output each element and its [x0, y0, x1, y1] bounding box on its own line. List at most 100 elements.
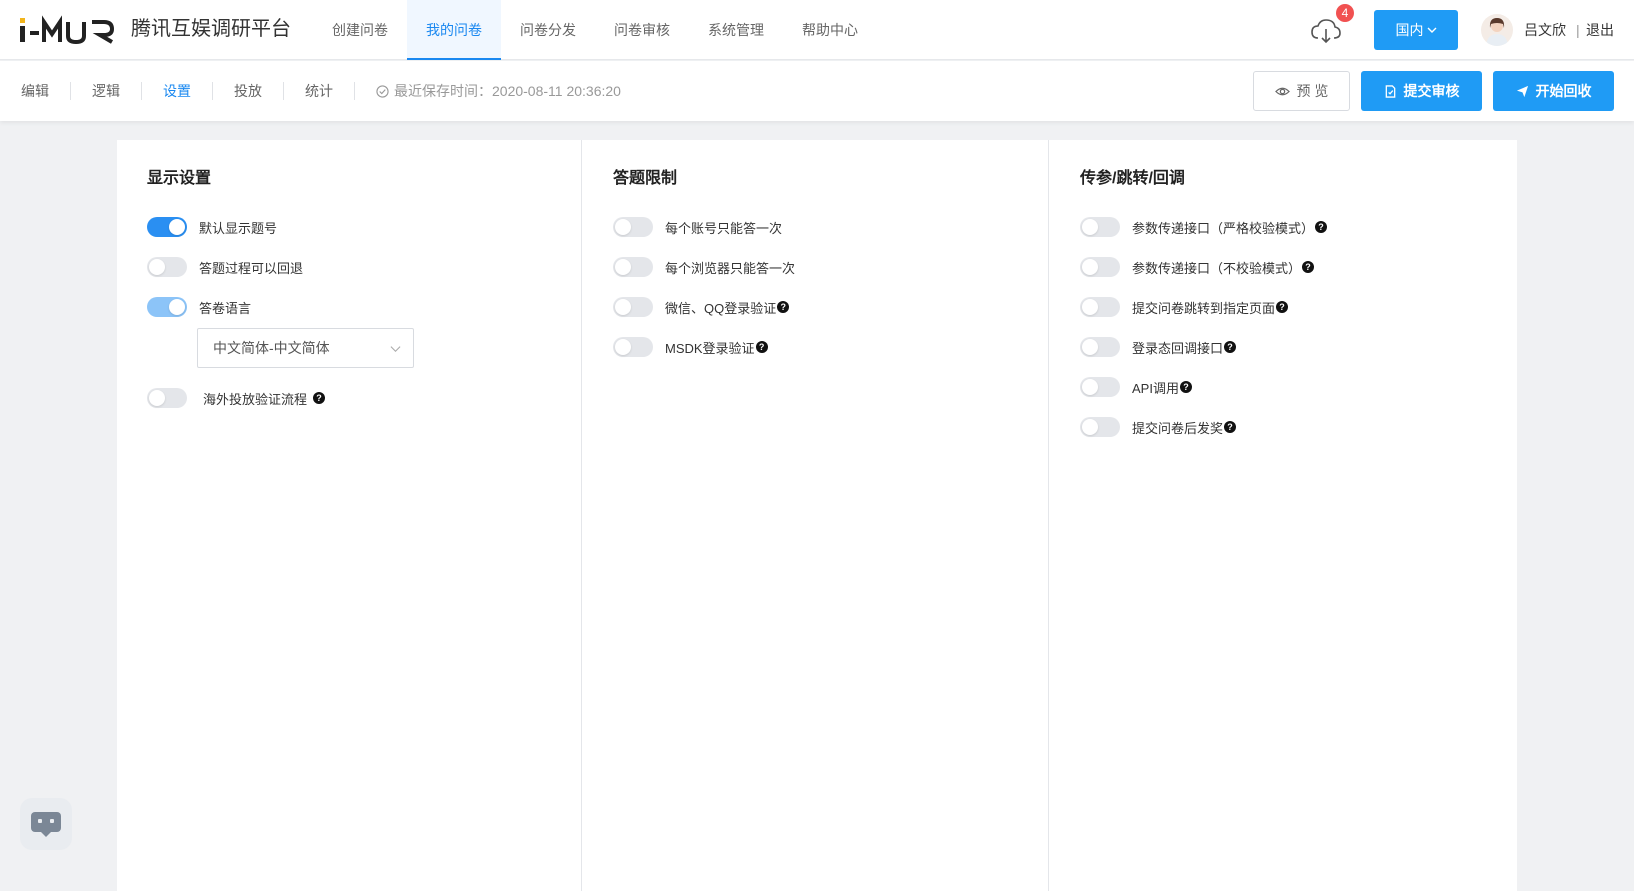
nav-create-survey[interactable]: 创建问卷 — [313, 0, 407, 60]
option-row: 默认显示题号 — [147, 216, 277, 238]
reward-after-submit-toggle[interactable] — [1080, 417, 1120, 437]
settings-panels: 显示设置 默认显示题号 答题过程可以回退 答卷语言 中文简体-中文简体 海外投放… — [117, 140, 1517, 891]
option-label: 提交问卷跳转到指定页面 — [1132, 300, 1276, 316]
nav-survey-distribution[interactable]: 问卷分发 — [501, 0, 595, 60]
tab-publish[interactable]: 投放 — [213, 82, 283, 100]
start-collection-label: 开始回收 — [1535, 83, 1592, 99]
editor-tabs: 编辑 逻辑 设置 投放 统计 最近保存时间：2020-08-11 20:36:2… — [0, 61, 621, 121]
region-dropdown-button[interactable]: 国内 — [1374, 10, 1458, 50]
once-per-browser-toggle[interactable] — [613, 257, 653, 277]
option-row: 海外投放验证流程 ? — [147, 387, 326, 409]
help-icon[interactable]: ? — [755, 341, 768, 353]
option-label: 微信、QQ登录验证 — [665, 300, 777, 316]
region-label: 国内 — [1395, 22, 1424, 38]
help-icon[interactable]: ? — [1302, 261, 1315, 273]
redirect-after-submit-toggle[interactable] — [1080, 297, 1120, 317]
option-row: 答题过程可以回退 — [147, 256, 303, 278]
logout-separator: | — [1576, 22, 1580, 38]
allow-go-back-toggle[interactable] — [147, 257, 187, 277]
submit-review-button[interactable]: 提交审核 — [1361, 71, 1482, 111]
chat-bot-icon — [31, 812, 61, 837]
language-select-value: 中文简体-中文简体 — [213, 340, 330, 356]
eye-icon — [1274, 87, 1290, 95]
api-call-toggle[interactable] — [1080, 377, 1120, 397]
option-label: 海外投放验证流程 — [203, 391, 308, 407]
option-label: 参数传递接口（严格校验模式） — [1132, 220, 1315, 236]
help-icon[interactable]: ? — [1315, 221, 1328, 233]
nav-help-center[interactable]: 帮助中心 — [783, 0, 877, 60]
panel-title: 答题限制 — [613, 170, 678, 187]
top-bar: 腾讯互娱调研平台 创建问卷 我的问卷 问卷分发 问卷审核 系统管理 帮助中心 4… — [0, 0, 1634, 60]
wechat-qq-login-toggle[interactable] — [613, 297, 653, 317]
user-avatar[interactable] — [1481, 14, 1513, 46]
option-row: 参数传递接口（不校验模式） ? — [1080, 256, 1315, 278]
preview-label: 预 览 — [1296, 83, 1329, 99]
option-label: 答题过程可以回退 — [199, 260, 304, 276]
option-label: API调用 — [1132, 380, 1179, 396]
show-question-number-toggle[interactable] — [147, 217, 187, 237]
nav-survey-review[interactable]: 问卷审核 — [595, 0, 689, 60]
download-count-badge: 4 — [1336, 4, 1354, 22]
option-label: 每个浏览器只能答一次 — [665, 260, 796, 276]
chevron-down-icon — [390, 346, 401, 353]
once-per-account-toggle[interactable] — [613, 217, 653, 237]
display-settings-panel: 显示设置 默认显示题号 答题过程可以回退 答卷语言 中文简体-中文简体 海外投放… — [117, 140, 582, 891]
panel-title: 传参/跳转/回调 — [1080, 170, 1185, 187]
option-row: 提交问卷跳转到指定页面 ? — [1080, 296, 1289, 318]
option-label: 答卷语言 — [199, 300, 252, 316]
chevron-down-icon — [1427, 27, 1436, 33]
option-row: API调用 ? — [1080, 376, 1192, 398]
tab-logic[interactable]: 逻辑 — [71, 82, 141, 100]
tab-settings[interactable]: 设置 — [142, 82, 212, 100]
option-row: 每个浏览器只能答一次 — [613, 256, 795, 278]
help-icon[interactable]: ? — [1224, 341, 1237, 353]
help-icon[interactable]: ? — [1276, 301, 1289, 313]
option-label: 参数传递接口（不校验模式） — [1132, 260, 1302, 276]
check-circle-icon — [376, 84, 389, 98]
help-icon[interactable]: ? — [1224, 421, 1237, 433]
start-collection-button[interactable]: 开始回收 — [1493, 71, 1614, 111]
main-nav: 创建问卷 我的问卷 问卷分发 问卷审核 系统管理 帮助中心 — [313, 0, 877, 60]
nav-my-surveys[interactable]: 我的问卷 — [407, 0, 501, 60]
answer-limits-panel: 答题限制 每个账号只能答一次 每个浏览器只能答一次 微信、QQ登录验证 ? MS… — [583, 140, 1049, 891]
username: 吕文欣 — [1524, 22, 1566, 38]
logout-link[interactable]: 退出 — [1586, 21, 1614, 39]
params-redirect-callback-panel: 传参/跳转/回调 参数传递接口（严格校验模式） ? 参数传递接口（不校验模式） … — [1050, 140, 1517, 891]
language-select[interactable]: 中文简体-中文简体 — [197, 328, 414, 368]
send-icon — [1516, 85, 1528, 97]
param-strict-mode-toggle[interactable] — [1080, 217, 1120, 237]
option-label: 提交问卷后发奖 — [1132, 420, 1224, 436]
option-label: MSDK登录验证 — [665, 340, 755, 356]
preview-button[interactable]: 预 览 — [1253, 71, 1350, 111]
option-label: 每个账号只能答一次 — [665, 220, 783, 236]
help-icon[interactable]: ? — [313, 392, 326, 404]
option-row: 答卷语言 — [147, 296, 251, 318]
option-row: 每个账号只能答一次 — [613, 216, 782, 238]
option-row: 提交问卷后发奖 ? — [1080, 416, 1237, 438]
survey-language-toggle[interactable] — [147, 297, 187, 317]
panel-title: 显示设置 — [147, 170, 212, 187]
option-row: 微信、QQ登录验证 ? — [613, 296, 790, 318]
nav-system-management[interactable]: 系统管理 — [689, 0, 783, 60]
help-icon[interactable]: ? — [1179, 381, 1192, 393]
option-label: 登录态回调接口 — [1132, 340, 1224, 356]
overseas-verification-toggle[interactable] — [147, 388, 187, 408]
platform-title: 腾讯互娱调研平台 — [131, 18, 291, 40]
last-saved-text: 最近保存时间：2020-08-11 20:36:20 — [394, 83, 621, 99]
login-callback-toggle[interactable] — [1080, 337, 1120, 357]
option-label: 默认显示题号 — [199, 220, 278, 236]
tab-edit[interactable]: 编辑 — [0, 82, 70, 100]
tab-statistics[interactable]: 统计 — [284, 82, 354, 100]
document-icon — [1385, 84, 1395, 98]
submit-review-label: 提交审核 — [1403, 83, 1460, 99]
option-row: MSDK登录验证 ? — [613, 336, 768, 358]
chat-assistant-button[interactable] — [20, 798, 72, 850]
help-icon[interactable]: ? — [777, 301, 790, 313]
last-saved-info: 最近保存时间：2020-08-11 20:36:20 — [355, 81, 621, 101]
i-mur-logo[interactable] — [18, 14, 118, 46]
option-row: 登录态回调接口 ? — [1080, 336, 1237, 358]
param-no-check-toggle[interactable] — [1080, 257, 1120, 277]
editor-toolbar: 编辑 逻辑 设置 投放 统计 最近保存时间：2020-08-11 20:36:2… — [0, 61, 1634, 121]
cloud-download-icon[interactable] — [1310, 16, 1342, 46]
msdk-login-toggle[interactable] — [613, 337, 653, 357]
